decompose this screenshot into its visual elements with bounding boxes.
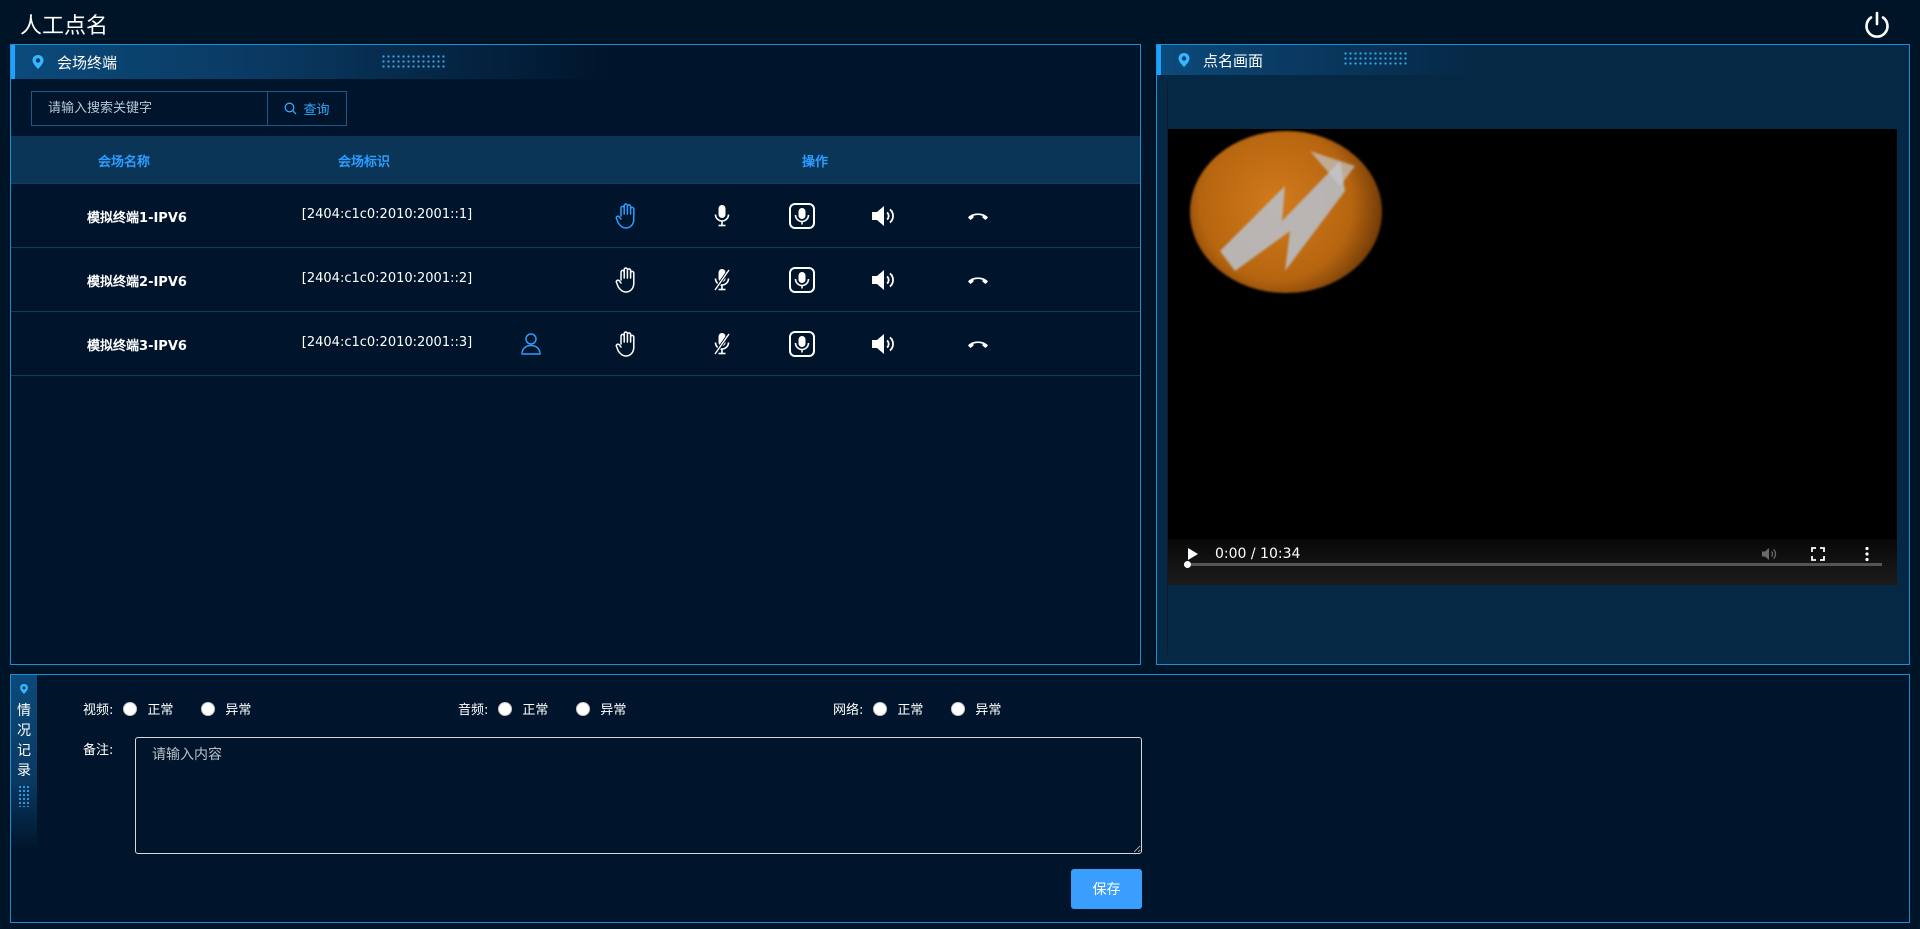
table-header: 会场名称 会场标识 操作 <box>11 136 1140 184</box>
header-dots-decoration <box>381 54 445 68</box>
table-row[interactable]: 模拟终端2-IPV6 [2404:c1c0:2010:2001::2] <box>11 248 1140 312</box>
terminal-id: [2404:c1c0:2010:2001::3] <box>301 335 473 350</box>
microphone-muted-icon[interactable] <box>706 328 738 360</box>
location-icon <box>20 684 28 694</box>
table-row[interactable]: 模拟终端1-IPV6 [2404:c1c0:2010:2001::1] <box>11 184 1140 248</box>
table-row[interactable]: 模拟终端3-IPV6 [2404:c1c0:2010:2001::3] <box>11 312 1140 376</box>
header-dots-decoration <box>1343 51 1407 65</box>
terminal-name: 模拟终端1-IPV6 <box>87 211 187 226</box>
remark-label: 备注: <box>83 743 114 758</box>
radio-circle[interactable] <box>498 701 513 716</box>
terminal-id: [2404:c1c0:2010:2001::2] <box>301 271 473 286</box>
hang-up-icon[interactable] <box>962 264 994 296</box>
network-abnormal-radio[interactable]: 异常 <box>951 699 1001 718</box>
column-header-ops: 操作 <box>802 155 829 170</box>
radio-label: 异常 <box>225 703 252 718</box>
audio-status-group: 音频: 正常 异常 <box>458 699 654 718</box>
audio-normal-radio[interactable]: 正常 <box>498 699 548 718</box>
power-icon[interactable] <box>1862 10 1892 40</box>
video-player[interactable]: 0:00 / 10:34 <box>1168 129 1897 585</box>
search-button[interactable]: 查询 <box>268 91 347 126</box>
radio-circle[interactable] <box>951 701 966 716</box>
video-controls: 0:00 / 10:34 <box>1168 539 1897 585</box>
raise-hand-icon[interactable] <box>611 328 643 360</box>
radio-label: 正常 <box>147 703 174 718</box>
video-panel-header: 点名画面 <box>1157 45 1477 75</box>
audio-status-label: 音频: <box>458 703 489 718</box>
video-progress-bar[interactable] <box>1184 561 1882 568</box>
terminal-id: [2404:c1c0:2010:2001::1] <box>301 207 473 222</box>
video-frame-image <box>1190 131 1382 293</box>
speaker-mic-icon[interactable] <box>786 328 818 360</box>
volume-icon[interactable] <box>867 328 899 360</box>
video-panel: 点名画面 0:00 / 10:34 <box>1156 44 1910 665</box>
network-status-group: 网络: 正常 异常 <box>833 699 1029 718</box>
terminal-name: 模拟终端3-IPV6 <box>87 339 187 354</box>
video-status-group: 视频: 正常 异常 <box>83 699 279 718</box>
location-icon <box>1178 53 1190 67</box>
radio-circle[interactable] <box>201 701 216 716</box>
video-progress-knob[interactable] <box>1184 561 1191 568</box>
video-normal-radio[interactable]: 正常 <box>123 699 173 718</box>
raise-hand-icon[interactable] <box>611 200 643 232</box>
radio-label: 正常 <box>522 703 549 718</box>
terminals-panel-header: 会场终端 <box>11 45 611 79</box>
terminals-panel: 会场终端 查询 会场名称 会场标识 操作 模拟终端1-IPV6 [2404:c1… <box>10 44 1141 665</box>
radio-label: 异常 <box>975 703 1002 718</box>
hang-up-icon[interactable] <box>962 200 994 232</box>
radio-circle[interactable] <box>123 701 138 716</box>
column-header-id: 会场标识 <box>338 155 391 170</box>
microphone-icon[interactable] <box>706 200 738 232</box>
user-icon[interactable] <box>515 328 547 360</box>
radio-label: 正常 <box>897 703 924 718</box>
save-button[interactable]: 保存 <box>1071 869 1142 909</box>
radio-label: 异常 <box>600 703 627 718</box>
video-panel-title: 点名画面 <box>1203 51 1264 70</box>
search-button-label: 查询 <box>303 103 330 118</box>
terminal-name: 模拟终端2-IPV6 <box>87 275 187 290</box>
video-status-label: 视频: <box>83 703 114 718</box>
terminals-panel-title: 会场终端 <box>57 53 118 72</box>
network-normal-radio[interactable]: 正常 <box>873 699 923 718</box>
record-panel-title: 情况记录 <box>17 703 31 779</box>
volume-icon[interactable] <box>867 200 899 232</box>
speaker-mic-icon[interactable] <box>786 200 818 232</box>
radio-circle[interactable] <box>873 701 888 716</box>
remark-textarea[interactable] <box>135 737 1142 854</box>
record-panel-tab: 情况记录 <box>11 675 37 849</box>
tab-dots-decoration <box>18 785 30 807</box>
record-panel: 情况记录 视频: 正常 异常 音频: 正常 异常 网络: 正常 异常 备注: 请… <box>10 674 1910 923</box>
search-bar: 查询 <box>31 91 347 126</box>
video-abnormal-radio[interactable]: 异常 <box>201 699 251 718</box>
volume-icon[interactable] <box>867 264 899 296</box>
column-header-name: 会场名称 <box>98 155 151 170</box>
search-input[interactable] <box>31 91 268 126</box>
radio-circle[interactable] <box>576 701 591 716</box>
hang-up-icon[interactable] <box>962 328 994 360</box>
network-status-label: 网络: <box>833 703 864 718</box>
speaker-mic-icon[interactable] <box>786 264 818 296</box>
microphone-muted-icon[interactable] <box>706 264 738 296</box>
location-icon <box>32 55 44 69</box>
terminals-table: 会场名称 会场标识 操作 模拟终端1-IPV6 [2404:c1c0:2010:… <box>11 136 1140 376</box>
audio-abnormal-radio[interactable]: 异常 <box>576 699 626 718</box>
search-icon <box>285 102 297 115</box>
raise-hand-icon[interactable] <box>611 264 643 296</box>
page-title: 人工点名 <box>20 14 109 39</box>
